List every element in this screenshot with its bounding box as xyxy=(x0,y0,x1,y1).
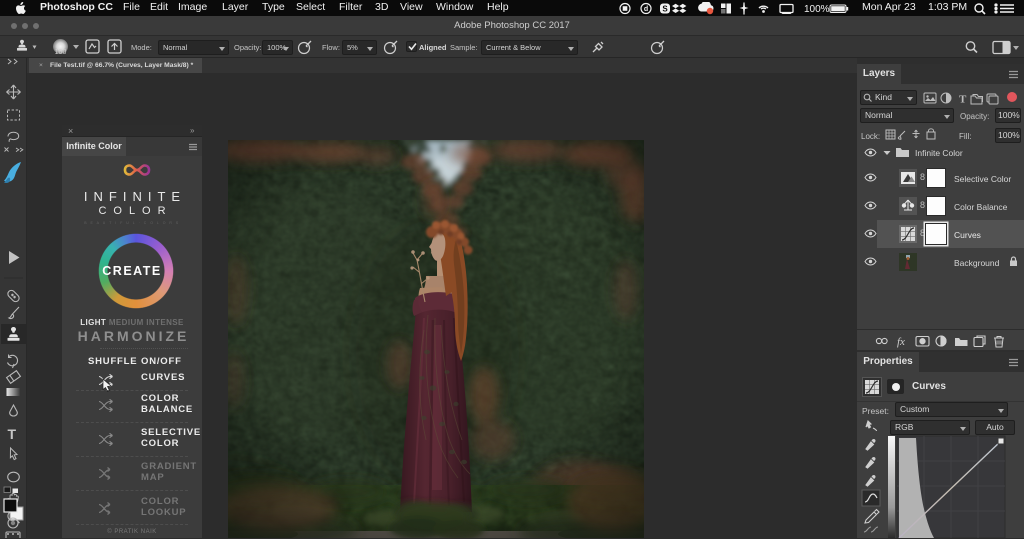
svg-text:d: d xyxy=(644,6,648,13)
svg-text:S: S xyxy=(662,5,668,14)
svg-text:T: T xyxy=(8,426,17,442)
svg-text:100%: 100% xyxy=(804,4,830,15)
svg-text:T: T xyxy=(959,94,967,106)
svg-text:fx: fx xyxy=(897,336,905,348)
